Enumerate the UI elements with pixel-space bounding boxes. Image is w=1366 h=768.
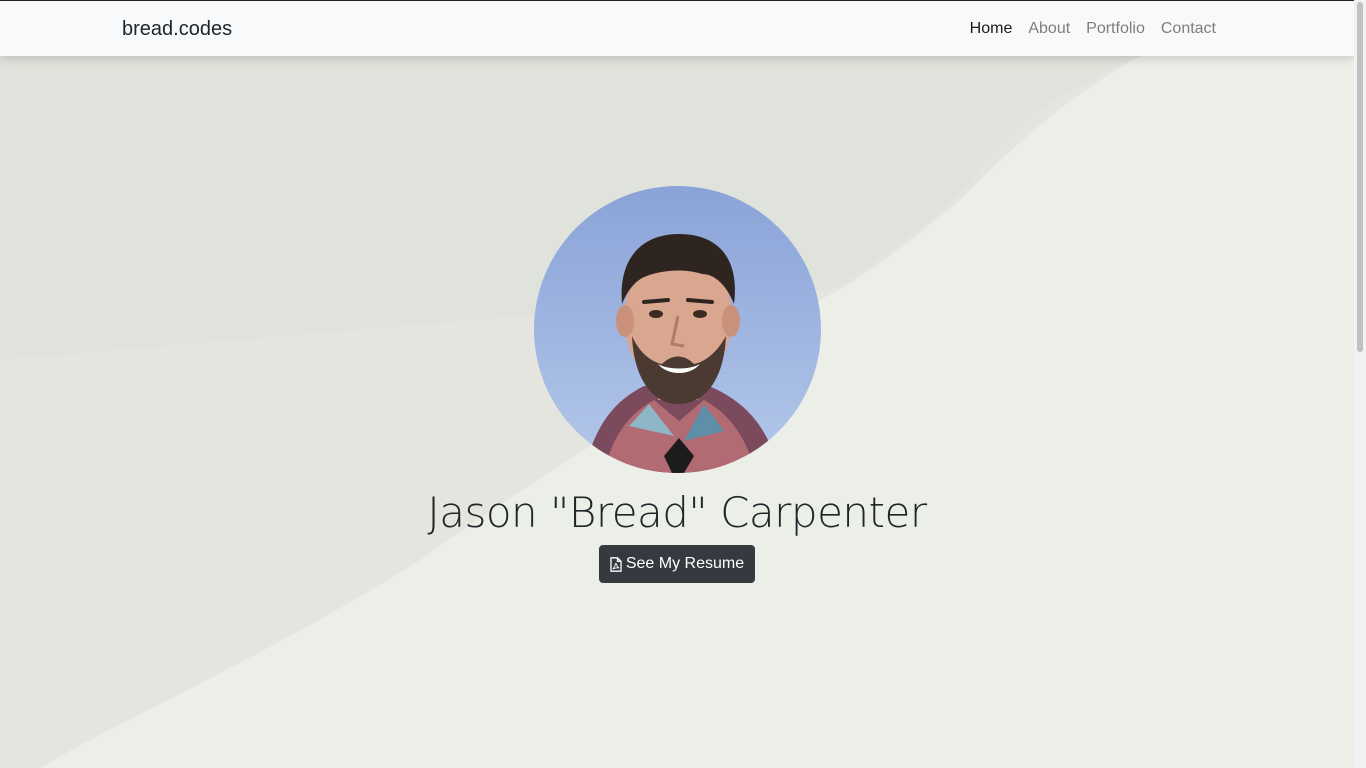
nav-item-contact: Contact <box>1153 19 1224 39</box>
see-resume-label: See My Resume <box>625 555 745 572</box>
nav-item-about: About <box>1020 19 1078 39</box>
nav-link-contact[interactable]: Contact <box>1153 19 1224 39</box>
profile-photo <box>534 186 821 473</box>
page-title: Jason "Bread" Carpenter <box>427 488 927 537</box>
nav-link-portfolio[interactable]: Portfolio <box>1078 19 1153 39</box>
top-navbar: bread.codes Home About Portfolio Contact <box>0 0 1354 56</box>
avatar <box>534 186 821 473</box>
nav-item-portfolio: Portfolio <box>1078 19 1153 39</box>
brand-link[interactable]: bread.codes <box>122 17 232 41</box>
scrollbar-thumb[interactable] <box>1357 2 1363 352</box>
nav-links: Home About Portfolio Contact <box>962 19 1224 39</box>
page-scrollbar[interactable] <box>1354 0 1366 768</box>
nav-link-about[interactable]: About <box>1020 19 1078 39</box>
nav-item-home: Home <box>962 19 1021 39</box>
see-resume-button[interactable]: See My Resume <box>599 545 755 583</box>
hero-section: Jason "Bread" Carpenter See My Resume <box>0 0 1354 768</box>
nav-link-home[interactable]: Home <box>962 19 1021 39</box>
file-pdf-icon <box>610 556 622 572</box>
